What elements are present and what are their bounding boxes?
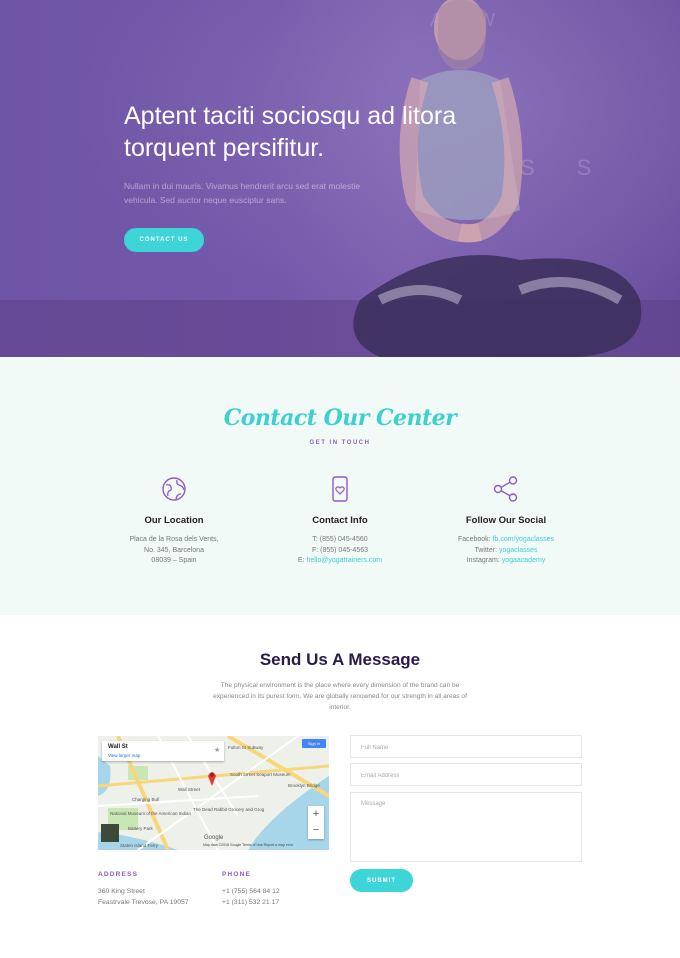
hero-text: Nullam in dui mauris. Vivamus hendrerit … [124, 181, 361, 205]
map-footer[interactable]: Map data ©2018 Google Terms of Use Repor… [203, 843, 293, 847]
contact-info-heading: Contact Info [312, 515, 368, 526]
message-field[interactable] [350, 792, 582, 862]
contact-us-button[interactable]: CONTACT US [124, 228, 204, 252]
map-label: South Street Seaport Museum [230, 772, 291, 777]
hero-section: S S A W Aptent taciti sociosqu ad litora… [0, 0, 680, 357]
address-line: 360 King Street [98, 888, 145, 895]
contact-center-subtitle: GET IN TOUCH [309, 440, 371, 446]
instagram-label: Instagram: [466, 557, 500, 564]
phone-lines: +1 (755) 564 84 12 +1 (311) 532 21 17 [222, 886, 280, 908]
phone-number: +1 (755) 564 84 12 [222, 888, 280, 895]
map-label: The Dead Rabbit Grocery and Grog [193, 807, 265, 812]
map-label: Battery Park [128, 826, 153, 831]
phone-line: T: (855) 045-4560 [312, 536, 368, 543]
submit-button[interactable]: SUBMIT [350, 869, 413, 892]
map-label: Staten Island Ferry [120, 843, 159, 848]
phone-label: PHONE [222, 871, 252, 878]
message-textarea[interactable] [351, 793, 581, 861]
facebook-label: Facebook: [457, 536, 491, 543]
share-icon [493, 476, 518, 502]
location-line: Placa de la Rosa dels Vents, [129, 536, 219, 543]
social-column: Follow Our Social Facebook: fb.com/yogac… [421, 475, 591, 567]
contact-info-column: Contact Info T: (855) 045-4560 F: (855) … [255, 475, 425, 567]
fax-line: F: (855) 045-4563 [311, 546, 369, 554]
google-logo: Google [204, 835, 224, 841]
contact-info-lines: T: (855) 045-4560 F: (855) 045-4563 E: h… [255, 535, 425, 567]
address-label: ADDRESS [98, 871, 139, 878]
map-sign-in-button[interactable]: Sign in [302, 739, 326, 748]
address-line: Feastrvale Trevose, PA 19057 [98, 899, 189, 906]
twitter-line: Twitter: yogaclasses [421, 546, 591, 557]
map-label: Charging Bull [132, 797, 160, 802]
phone-heart-icon [332, 476, 348, 502]
twitter-link[interactable]: yogaclasses [499, 547, 538, 554]
map-label: National Museum of the American Indian [110, 811, 192, 816]
zoom-in-button[interactable]: + [308, 806, 324, 822]
zoom-out-button[interactable]: − [308, 822, 324, 838]
location-column: Our Location Placa de la Rosa dels Vents… [89, 475, 259, 567]
contact-center-section: Contact Our Center GET IN TOUCH Our Loca… [0, 357, 680, 615]
location-line: No. 345, Barcelona [144, 546, 204, 554]
star-icon[interactable]: ★ [214, 746, 220, 754]
address-lines: 360 King Street Feastrvale Trevose, PA 1… [98, 886, 189, 908]
social-lines: Facebook: fb.com/yogaclasses Twitter: yo… [421, 535, 591, 567]
twitter-label: Twitter: [474, 546, 498, 554]
globe-icon [162, 477, 186, 501]
full-name-input[interactable] [351, 737, 581, 759]
email-link[interactable]: hello@yogatrainers.com [306, 557, 382, 564]
email-label: E: [297, 557, 305, 564]
facebook-link[interactable]: fb.com/yogaclasses [493, 536, 554, 543]
map-zoom-control: + − [308, 806, 324, 839]
email-field[interactable] [350, 763, 582, 787]
facebook-line: Facebook: fb.com/yogaclasses [421, 535, 591, 546]
social-heading: Follow Our Social [465, 515, 547, 526]
contact-center-title: Contact Our Center [223, 405, 457, 431]
map-place-name: Wall St [108, 744, 128, 750]
map-label: Fulton St Subway [228, 745, 264, 750]
google-map[interactable]: Wall Street Charging Bull South Street S… [98, 736, 329, 850]
instagram-line: Instagram: yogaacademy [421, 556, 591, 567]
hero-title: Aptent taciti sociosqu ad litora torquen… [124, 102, 457, 162]
full-name-field[interactable] [350, 735, 582, 759]
email-input[interactable] [351, 765, 581, 787]
send-message-text: The physical environment is the place wh… [213, 682, 467, 711]
location-heading: Our Location [144, 515, 204, 526]
send-message-title: Send Us A Message [259, 650, 421, 669]
view-larger-map-link[interactable]: View larger map [108, 753, 140, 758]
map-label: Wall Street [178, 787, 200, 792]
map-label: Brooklyn Bridge [288, 783, 320, 788]
location-line: 08039 – Spain [151, 557, 197, 564]
instagram-link[interactable]: yogaacademy [502, 557, 546, 564]
email-line: E: hello@yogatrainers.com [255, 556, 425, 567]
location-lines: Placa de la Rosa dels Vents, No. 345, Ba… [89, 535, 259, 567]
phone-number: +1 (311) 532 21 17 [222, 899, 280, 906]
map-place-card: Wall St View larger map ★ [102, 741, 224, 761]
